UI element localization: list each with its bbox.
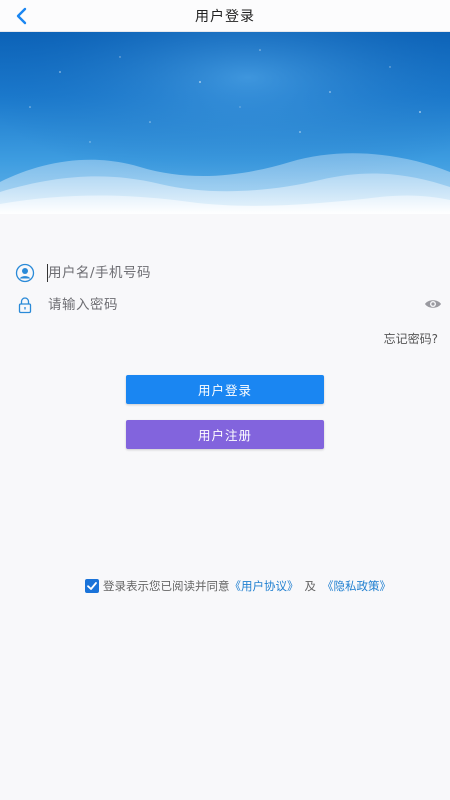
agreement-row: 登录表示您已阅读并同意 《用户协议》 及 《隐私政策》 — [85, 577, 391, 595]
username-input[interactable] — [48, 260, 388, 286]
header-banner-image — [0, 32, 450, 214]
login-button[interactable]: 用户登录 — [126, 375, 324, 404]
eye-icon[interactable] — [424, 297, 442, 311]
agreement-checkbox[interactable] — [85, 579, 99, 593]
register-button[interactable]: 用户注册 — [126, 420, 324, 449]
text-cursor — [47, 264, 48, 282]
user-agreement-link[interactable]: 《用户协议》 — [230, 578, 299, 594]
password-input[interactable] — [48, 292, 388, 318]
page-title: 用户登录 — [195, 9, 255, 25]
forgot-password-link[interactable]: 忘记密码? — [384, 330, 438, 347]
username-field — [0, 258, 450, 288]
top-nav-bar: 用户登录 — [0, 0, 450, 32]
user-icon — [15, 263, 35, 283]
privacy-policy-link[interactable]: 《隐私政策》 — [322, 578, 391, 594]
checkmark-icon — [87, 582, 97, 590]
lock-icon — [18, 297, 32, 314]
agreement-conjunction: 及 — [304, 579, 317, 593]
password-field — [0, 290, 450, 320]
agreement-text: 登录表示您已阅读并同意 — [103, 579, 230, 593]
